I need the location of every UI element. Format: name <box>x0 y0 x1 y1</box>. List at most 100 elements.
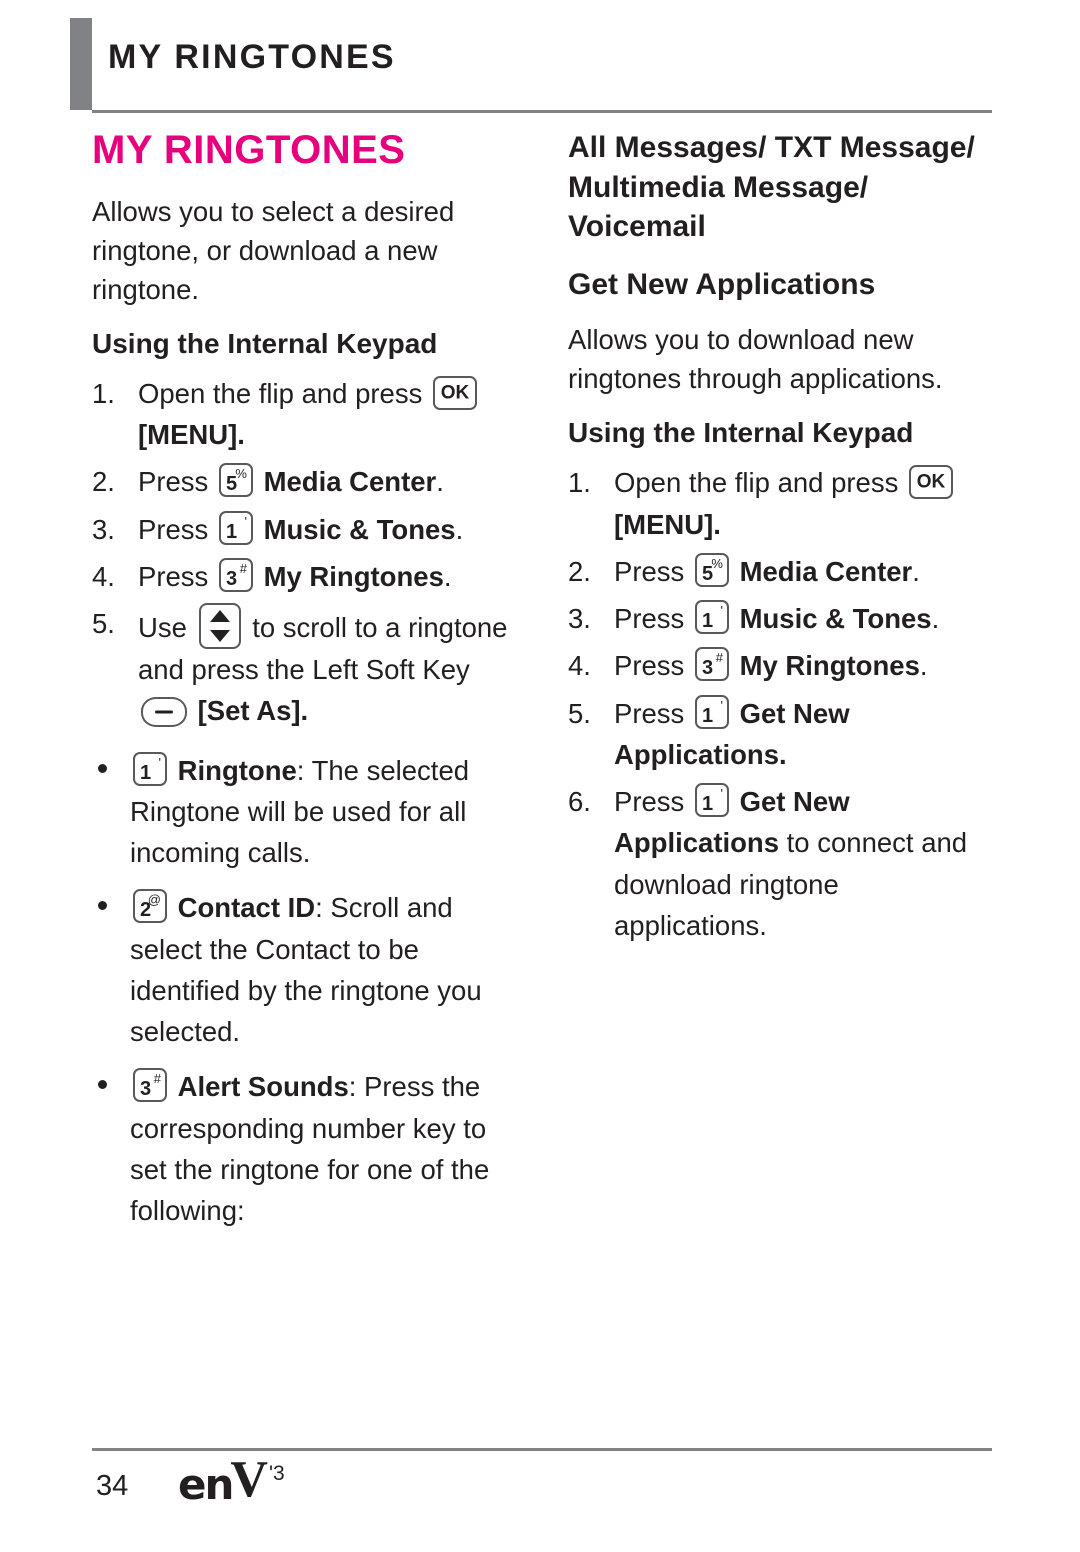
ok-key-label: OK <box>916 471 946 493</box>
step-text: Press <box>614 650 685 682</box>
key-digit: 3 <box>701 657 714 680</box>
step-text: Press <box>614 697 685 729</box>
step-softkey-label: [Set As]. <box>197 695 309 727</box>
step-target-label: My Ringtones <box>263 560 444 592</box>
subheading-using-internal-keypad: Using the Internal Keypad <box>92 328 438 360</box>
bullet-alert-sounds: 3 # Alert Sounds: Press the correspondin… <box>92 1066 512 1231</box>
logo-text-three: '3 <box>268 1462 285 1485</box>
logo-text-v: V <box>230 1451 268 1508</box>
intro-paragraph: Allows you to select a desired ringtone,… <box>92 196 455 306</box>
step-tail: . <box>912 555 920 587</box>
step-number: 3. <box>568 603 591 635</box>
key-digit: 3 <box>140 1078 152 1101</box>
step-text: Press <box>138 560 209 592</box>
ok-key-label: OK <box>440 382 470 404</box>
logo-text-en: en <box>178 1460 234 1509</box>
step-target-label: My Ringtones <box>739 650 920 682</box>
heading-message-types: All Messages/ TXT Message/ Multimedia Me… <box>568 131 975 244</box>
step-text-continued: to scroll to a ringtone and press the Le… <box>138 612 508 686</box>
step-tail: . <box>436 466 444 498</box>
step-text: Use <box>138 612 187 644</box>
step-text: Press <box>138 513 209 545</box>
heading-get-new-applications: Get New Applications <box>568 267 876 301</box>
step-text: Open the flip and press <box>138 377 423 409</box>
ok-key-icon: OK <box>433 375 477 410</box>
key-digit: 3 <box>225 567 238 590</box>
step-text-menu: [MENU]. <box>614 508 721 540</box>
step-4: 4. Press 3 # My Ringtones. <box>92 556 512 597</box>
header-divider <box>92 110 992 113</box>
step-target-label: Media Center <box>263 466 437 498</box>
step-number: 4. <box>568 650 591 682</box>
bullet-ringtone: 1 ' Ringtone: The selected Ringtone will… <box>92 750 512 874</box>
key-digit: 1 <box>701 793 714 816</box>
key-superscript: # <box>239 560 247 576</box>
right-column: All Messages/ TXT Message/ Multimedia Me… <box>568 128 988 952</box>
key-1-icon: 1 ' <box>694 600 729 635</box>
key-superscript: ' <box>158 754 161 770</box>
page-title: MY RINGTONES <box>92 128 406 172</box>
key-superscript: # <box>153 1071 161 1087</box>
key-superscript: # <box>715 650 723 666</box>
key-superscript: ' <box>244 513 247 529</box>
key-superscript: ' <box>720 603 723 619</box>
step-number: 2. <box>92 466 115 498</box>
step-target-label: Music & Tones <box>739 603 932 635</box>
step-3: 3. Press 1 ' Music & Tones. <box>568 598 988 639</box>
key-digit: 1 <box>701 610 714 633</box>
footer-divider <box>92 1448 992 1451</box>
step-number: 1. <box>92 377 115 409</box>
step-5: 5. Press 1 ' Get New Applications. <box>568 693 988 776</box>
step-number: 4. <box>92 560 115 592</box>
step-text-menu: [MENU]. <box>138 419 245 451</box>
step-number: 5. <box>92 608 115 640</box>
bullet-label: Contact ID <box>177 892 316 924</box>
step-tail: . <box>779 738 787 770</box>
step-number: 1. <box>568 467 591 499</box>
step-1: 1. Open the flip and press OK [MENU]. <box>92 373 512 456</box>
key-superscript: % <box>235 466 247 482</box>
ok-key-icon: OK <box>909 465 953 500</box>
key-superscript: ' <box>720 697 723 713</box>
step-tail: . <box>919 650 928 682</box>
header-accent-bar <box>70 18 92 110</box>
key-digit: 1 <box>140 761 152 784</box>
left-soft-key-icon <box>141 697 187 728</box>
key-digit: 1 <box>225 520 238 543</box>
key-3-icon: 3 # <box>133 1068 167 1103</box>
key-1-icon: 1 ' <box>133 751 167 786</box>
step-4: 4. Press 3 # My Ringtones. <box>568 645 988 686</box>
subheading-using-internal-keypad: Using the Internal Keypad <box>568 417 914 449</box>
step-number: 6. <box>568 786 591 818</box>
page-number: 34 <box>96 1470 129 1502</box>
step-tail: . <box>455 513 464 545</box>
step-number: 3. <box>92 513 115 545</box>
step-text: Press <box>614 555 685 587</box>
step-2: 2. Press 5 % Media Center. <box>568 551 988 592</box>
bullet-label: Alert Sounds <box>177 1071 349 1103</box>
step-6: 6. Press 1 ' Get New Applications to con… <box>568 781 988 946</box>
navigation-key-icon <box>198 603 241 650</box>
step-text: Press <box>614 603 685 635</box>
key-superscript: % <box>711 555 723 571</box>
key-superscript: @ <box>147 892 161 908</box>
down-arrow-icon <box>209 630 230 643</box>
bullet-label: Ringtone <box>177 754 297 786</box>
step-2: 2. Press 5 % Media Center. <box>92 461 512 502</box>
key-5-icon: 5 % <box>218 463 253 498</box>
step-number: 2. <box>568 555 591 587</box>
manual-page: MY RINGTONES MY RINGTONES Allows you to … <box>0 0 1080 1552</box>
key-3-icon: 3 # <box>218 557 253 592</box>
step-target-label: Media Center <box>739 555 913 587</box>
step-text: Press <box>138 466 209 498</box>
step-text: Press <box>614 786 685 818</box>
key-1-icon: 1 ' <box>218 510 253 545</box>
key-1-icon: 1 ' <box>694 694 729 729</box>
running-head: MY RINGTONES <box>108 38 396 76</box>
step-3: 3. Press 1 ' Music & Tones. <box>92 509 512 550</box>
key-digit: 1 <box>701 704 714 727</box>
step-number: 5. <box>568 697 591 729</box>
key-2-icon: 2 @ <box>133 889 167 924</box>
bullet-contact-id: 2 @ Contact ID: Scroll and select the Co… <box>92 887 512 1052</box>
bullet-dot <box>98 763 107 773</box>
